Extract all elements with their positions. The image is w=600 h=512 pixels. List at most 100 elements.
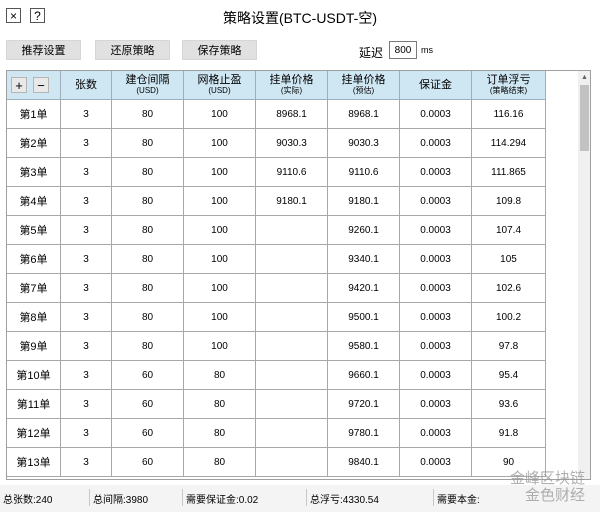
take-profit-cell[interactable]: 100 [184,332,256,361]
take-profit-cell[interactable]: 80 [184,419,256,448]
take-profit-cell[interactable]: 100 [184,187,256,216]
actual-price-cell[interactable] [256,361,328,390]
build-interval-cell[interactable]: 80 [112,129,184,158]
table-row[interactable]: 第11单 3 60 80 9720.1 0.0003 93.6 [7,390,578,419]
quantity-cell[interactable]: 3 [61,390,112,419]
estimated-price-cell[interactable]: 9580.1 [328,332,400,361]
build-interval-cell[interactable]: 80 [112,303,184,332]
build-interval-cell[interactable]: 80 [112,158,184,187]
table-row[interactable]: 第13单 3 60 80 9840.1 0.0003 90 [7,448,578,477]
save-strategy-button[interactable]: 保存策略 [182,40,257,60]
margin-cell[interactable]: 0.0003 [400,332,472,361]
recommend-settings-button[interactable]: 推荐设置 [6,40,81,60]
margin-cell[interactable]: 0.0003 [400,390,472,419]
quantity-cell[interactable]: 3 [61,303,112,332]
build-interval-cell[interactable]: 60 [112,361,184,390]
build-interval-cell[interactable]: 60 [112,390,184,419]
estimated-price-cell[interactable]: 9720.1 [328,390,400,419]
actual-price-cell[interactable] [256,303,328,332]
estimated-price-cell[interactable]: 8968.1 [328,100,400,129]
actual-price-cell[interactable]: 9110.6 [256,158,328,187]
build-interval-cell[interactable]: 60 [112,419,184,448]
margin-cell[interactable]: 0.0003 [400,187,472,216]
floating-loss-cell[interactable]: 111.865 [472,158,546,187]
quantity-cell[interactable]: 3 [61,448,112,477]
actual-price-cell[interactable] [256,390,328,419]
build-interval-cell[interactable]: 80 [112,100,184,129]
floating-loss-cell[interactable]: 102.6 [472,274,546,303]
margin-cell[interactable]: 0.0003 [400,419,472,448]
floating-loss-cell[interactable]: 107.4 [472,216,546,245]
actual-price-cell[interactable] [256,216,328,245]
margin-cell[interactable]: 0.0003 [400,361,472,390]
actual-price-cell[interactable] [256,419,328,448]
estimated-price-cell[interactable]: 9260.1 [328,216,400,245]
table-row[interactable]: 第5单 3 80 100 9260.1 0.0003 107.4 [7,216,578,245]
floating-loss-cell[interactable]: 100.2 [472,303,546,332]
take-profit-cell[interactable]: 100 [184,100,256,129]
take-profit-cell[interactable]: 80 [184,361,256,390]
quantity-cell[interactable]: 3 [61,187,112,216]
take-profit-cell[interactable]: 100 [184,274,256,303]
table-row[interactable]: 第12单 3 60 80 9780.1 0.0003 91.8 [7,419,578,448]
take-profit-cell[interactable]: 100 [184,303,256,332]
quantity-cell[interactable]: 3 [61,158,112,187]
table-row[interactable]: 第8单 3 80 100 9500.1 0.0003 100.2 [7,303,578,332]
vertical-scrollbar[interactable]: ▲ [578,71,590,479]
delay-input[interactable] [389,41,417,59]
build-interval-cell[interactable]: 80 [112,216,184,245]
table-row[interactable]: 第4单 3 80 100 9180.1 9180.1 0.0003 109.8 [7,187,578,216]
floating-loss-cell[interactable]: 91.8 [472,419,546,448]
quantity-cell[interactable]: 3 [61,419,112,448]
floating-loss-cell[interactable]: 109.8 [472,187,546,216]
table-row[interactable]: 第7单 3 80 100 9420.1 0.0003 102.6 [7,274,578,303]
build-interval-cell[interactable]: 80 [112,245,184,274]
margin-cell[interactable]: 0.0003 [400,245,472,274]
add-row-icon[interactable]: + [11,77,27,93]
actual-price-cell[interactable] [256,274,328,303]
quantity-cell[interactable]: 3 [61,332,112,361]
floating-loss-cell[interactable]: 105 [472,245,546,274]
margin-cell[interactable]: 0.0003 [400,448,472,477]
quantity-cell[interactable]: 3 [61,274,112,303]
remove-row-icon[interactable]: − [33,77,49,93]
quantity-cell[interactable]: 3 [61,245,112,274]
build-interval-cell[interactable]: 80 [112,187,184,216]
quantity-cell[interactable]: 3 [61,100,112,129]
margin-cell[interactable]: 0.0003 [400,303,472,332]
floating-loss-cell[interactable]: 93.6 [472,390,546,419]
actual-price-cell[interactable]: 9030.3 [256,129,328,158]
estimated-price-cell[interactable]: 9110.6 [328,158,400,187]
floating-loss-cell[interactable]: 114.294 [472,129,546,158]
table-row[interactable]: 第6单 3 80 100 9340.1 0.0003 105 [7,245,578,274]
estimated-price-cell[interactable]: 9030.3 [328,129,400,158]
estimated-price-cell[interactable]: 9500.1 [328,303,400,332]
margin-cell[interactable]: 0.0003 [400,158,472,187]
take-profit-cell[interactable]: 80 [184,448,256,477]
quantity-cell[interactable]: 3 [61,361,112,390]
actual-price-cell[interactable]: 8968.1 [256,100,328,129]
take-profit-cell[interactable]: 100 [184,158,256,187]
scroll-up-icon[interactable]: ▲ [578,71,590,84]
actual-price-cell[interactable] [256,332,328,361]
build-interval-cell[interactable]: 80 [112,274,184,303]
estimated-price-cell[interactable]: 9660.1 [328,361,400,390]
build-interval-cell[interactable]: 80 [112,332,184,361]
table-row[interactable]: 第10单 3 60 80 9660.1 0.0003 95.4 [7,361,578,390]
margin-cell[interactable]: 0.0003 [400,274,472,303]
estimated-price-cell[interactable]: 9420.1 [328,274,400,303]
table-row[interactable]: 第3单 3 80 100 9110.6 9110.6 0.0003 111.865 [7,158,578,187]
quantity-cell[interactable]: 3 [61,129,112,158]
take-profit-cell[interactable]: 80 [184,390,256,419]
quantity-cell[interactable]: 3 [61,216,112,245]
floating-loss-cell[interactable]: 97.8 [472,332,546,361]
build-interval-cell[interactable]: 60 [112,448,184,477]
table-row[interactable]: 第1单 3 80 100 8968.1 8968.1 0.0003 116.16 [7,100,578,129]
table-row[interactable]: 第2单 3 80 100 9030.3 9030.3 0.0003 114.294 [7,129,578,158]
estimated-price-cell[interactable]: 9340.1 [328,245,400,274]
floating-loss-cell[interactable]: 95.4 [472,361,546,390]
restore-strategy-button[interactable]: 还原策略 [95,40,170,60]
take-profit-cell[interactable]: 100 [184,245,256,274]
table-row[interactable]: 第9单 3 80 100 9580.1 0.0003 97.8 [7,332,578,361]
margin-cell[interactable]: 0.0003 [400,129,472,158]
